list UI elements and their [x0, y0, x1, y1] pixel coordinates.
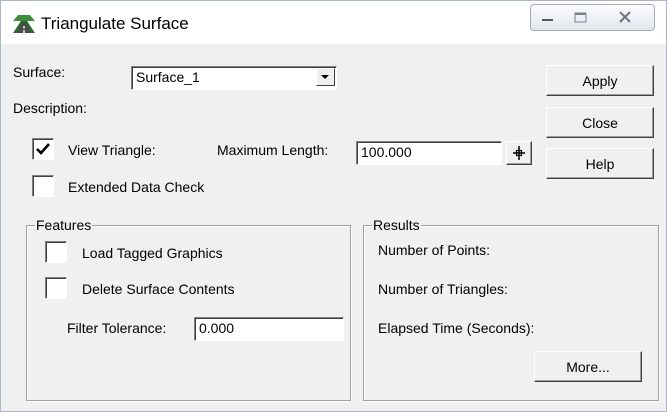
delete-surface-contents-checkbox[interactable]: [45, 277, 67, 299]
results-title: Results: [372, 217, 421, 233]
close-button[interactable]: Close: [546, 107, 654, 138]
delete-surface-contents-label: Delete Surface Contents: [82, 281, 235, 297]
description-label: Description:: [13, 100, 87, 116]
filter-tolerance-label: Filter Tolerance:: [67, 320, 167, 336]
surface-value: Surface_1: [136, 69, 200, 85]
close-icon: [619, 11, 631, 23]
features-title: Features: [35, 217, 93, 233]
crosshair-icon: [513, 146, 525, 160]
load-tagged-graphics-checkbox[interactable]: [45, 241, 67, 263]
close-window-button[interactable]: [597, 4, 655, 31]
check-mark-icon: [36, 143, 50, 155]
help-button[interactable]: Help: [546, 148, 654, 179]
filter-tolerance-value: 0.000: [199, 320, 235, 336]
chevron-down-icon: [321, 75, 329, 79]
surface-dropdown[interactable]: Surface_1: [131, 66, 337, 90]
dialog-body: Surface: Surface_1 Description: View Tri…: [9, 44, 660, 404]
pick-length-button[interactable]: [506, 141, 532, 165]
minimize-button[interactable]: [530, 4, 566, 31]
title-bar[interactable]: Triangulate Surface: [1, 1, 666, 44]
dropdown-button[interactable]: [316, 68, 335, 86]
maximum-length-value: 100.000: [361, 144, 412, 160]
close-label: Close: [582, 114, 618, 131]
maximize-icon: [574, 12, 587, 23]
maximum-length-label: Maximum Length:: [217, 142, 329, 158]
road-surface-icon: [13, 15, 35, 33]
more-label: More...: [566, 358, 610, 375]
help-label: Help: [585, 155, 615, 172]
features-group: Features Load Tagged Graphics Delete Sur…: [26, 217, 351, 401]
surface-label: Surface:: [13, 64, 66, 80]
extended-data-check-label: Extended Data Check: [68, 179, 205, 195]
apply-label: Apply: [582, 72, 618, 89]
maximum-length-input[interactable]: 100.000: [356, 141, 502, 165]
filter-tolerance-input[interactable]: 0.000: [194, 317, 344, 341]
window-title: Triangulate Surface: [41, 14, 189, 33]
extended-data-check-checkbox[interactable]: [32, 175, 54, 197]
elapsed-time-label: Elapsed Time (Seconds):: [378, 320, 535, 336]
dialog-window: Triangulate Surface Surface: Surface_1 D…: [0, 0, 667, 412]
view-triangle-label: View Triangle:: [68, 142, 156, 158]
minimize-icon: [542, 19, 553, 21]
maximize-button[interactable]: [565, 4, 598, 31]
load-tagged-graphics-label: Load Tagged Graphics: [82, 245, 223, 261]
apply-button[interactable]: Apply: [546, 65, 654, 96]
view-triangle-checkbox[interactable]: [32, 138, 54, 160]
number-of-points-label: Number of Points:: [378, 242, 491, 258]
more-button[interactable]: More...: [534, 351, 642, 382]
number-of-triangles-label: Number of Triangles:: [378, 281, 508, 297]
results-group: Results Number of Points: Number of Tria…: [363, 217, 659, 401]
